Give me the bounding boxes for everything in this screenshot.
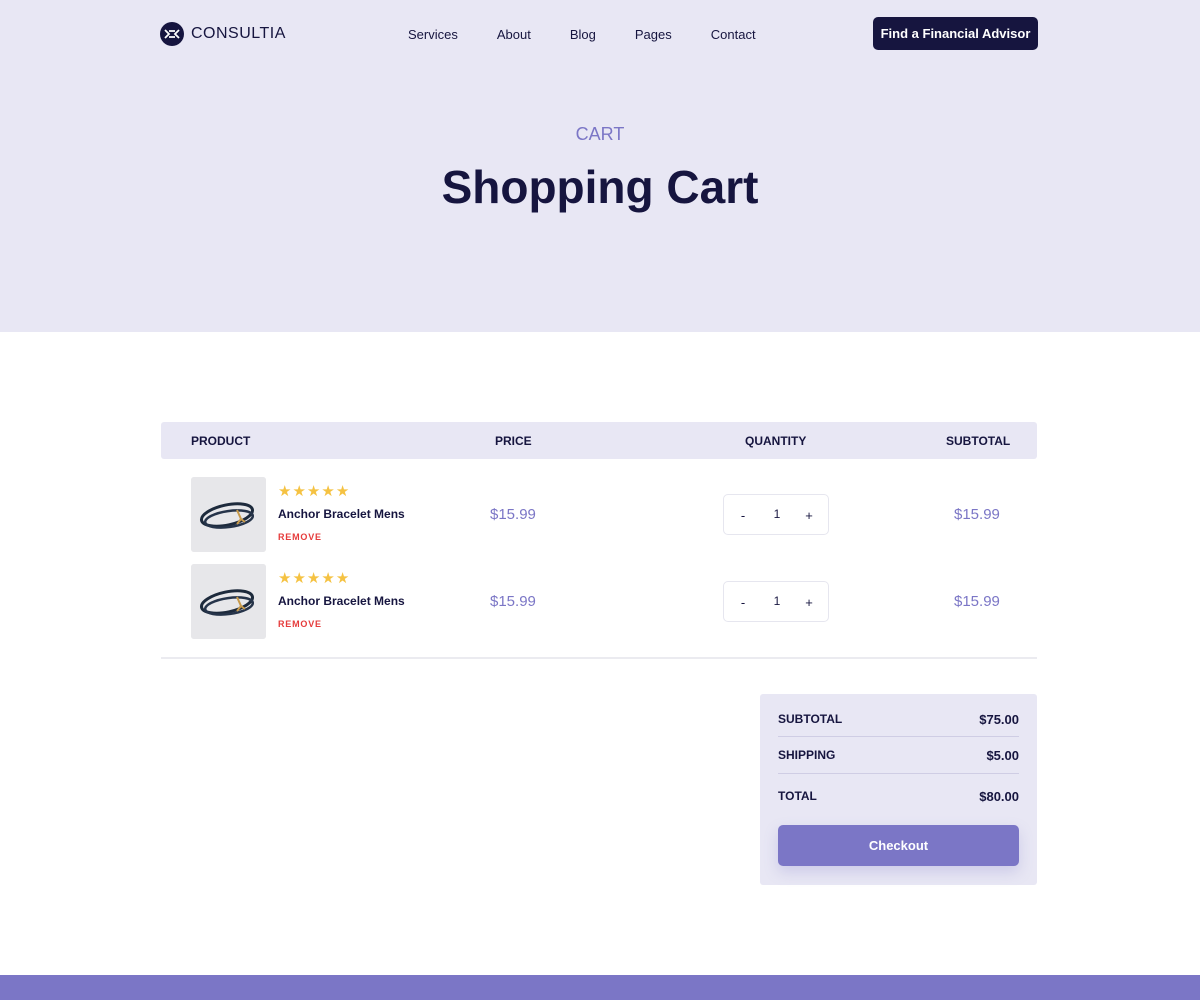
minus-icon[interactable]: -	[735, 593, 751, 611]
total-label: TOTAL	[778, 789, 817, 803]
star-icon: ★	[321, 570, 335, 587]
remove-button[interactable]: REMOVE	[278, 619, 322, 629]
row-subtotal: $15.99	[954, 593, 1000, 610]
total-value: $80.00	[979, 789, 1019, 804]
plus-icon[interactable]: +	[801, 593, 817, 611]
star-icon: ★	[306, 483, 321, 500]
star-icon: ★	[335, 483, 350, 500]
star-icon: ★	[335, 570, 350, 587]
nav-services[interactable]: Services	[408, 27, 458, 42]
star-icon: ★	[306, 570, 321, 587]
page-hero: CONSULTIA Services About Blog Pages Cont…	[0, 0, 1200, 332]
nav-blog[interactable]: Blog	[570, 27, 596, 42]
cart-totals: SUBTOTAL $75.00 SHIPPING $5.00 TOTAL $80…	[760, 694, 1037, 885]
totals-divider	[778, 736, 1019, 737]
star-icon: ★	[292, 483, 306, 500]
plus-icon[interactable]: +	[801, 506, 817, 524]
header-price: PRICE	[495, 434, 532, 448]
product-name[interactable]: Anchor Bracelet Mens	[278, 594, 405, 608]
product-image[interactable]	[191, 477, 266, 552]
star-icon: ★	[292, 570, 306, 587]
star-icon: ★	[278, 483, 292, 500]
product-price: $15.99	[490, 506, 536, 523]
shipping-value: $5.00	[986, 748, 1019, 763]
nav-pages[interactable]: Pages	[635, 27, 672, 42]
totals-divider	[778, 773, 1019, 774]
find-advisor-button[interactable]: Find a Financial Advisor	[873, 17, 1038, 50]
table-divider	[161, 657, 1037, 659]
cart-row: ★ ★ ★ ★ ★ Anchor Bracelet Mens REMOVE $1…	[161, 564, 1037, 640]
quantity-stepper: - 1 +	[723, 581, 829, 622]
top-navigation: CONSULTIA Services About Blog Pages Cont…	[160, 17, 1038, 51]
footer-band	[0, 975, 1200, 1000]
product-rating: ★ ★ ★ ★ ★	[278, 484, 349, 499]
page-title: Shopping Cart	[441, 161, 759, 213]
star-icon: ★	[321, 483, 335, 500]
page-eyebrow: CART	[575, 124, 625, 144]
totals-total: TOTAL $80.00	[778, 789, 1019, 809]
main-menu: Services About Blog Pages Contact	[408, 27, 795, 42]
star-icon: ★	[278, 570, 292, 587]
quantity-stepper: - 1 +	[723, 494, 829, 535]
checkout-button[interactable]: Checkout	[778, 825, 1019, 866]
subtotal-label: SUBTOTAL	[778, 712, 843, 726]
brand-name: CONSULTIA	[191, 25, 286, 42]
product-name[interactable]: Anchor Bracelet Mens	[278, 507, 405, 521]
header-subtotal: SUBTOTAL	[946, 434, 1011, 448]
brand-logo[interactable]: CONSULTIA	[160, 22, 286, 46]
product-price: $15.99	[490, 593, 536, 610]
row-subtotal: $15.99	[954, 506, 1000, 523]
totals-subtotal: SUBTOTAL $75.00	[778, 712, 1019, 732]
nav-about[interactable]: About	[497, 27, 531, 42]
quantity-value[interactable]: 1	[768, 507, 786, 521]
totals-shipping: SHIPPING $5.00	[778, 748, 1019, 768]
remove-button[interactable]: REMOVE	[278, 532, 322, 542]
nav-contact[interactable]: Contact	[711, 27, 756, 42]
shipping-label: SHIPPING	[778, 748, 836, 762]
quantity-value[interactable]: 1	[768, 594, 786, 608]
cart-table-header: PRODUCT PRICE QUANTITY SUBTOTAL	[161, 422, 1037, 459]
header-product: PRODUCT	[191, 434, 251, 448]
cart-row: ★ ★ ★ ★ ★ Anchor Bracelet Mens REMOVE $1…	[161, 477, 1037, 553]
header-quantity: QUANTITY	[745, 434, 807, 448]
minus-icon[interactable]: -	[735, 506, 751, 524]
subtotal-value: $75.00	[979, 712, 1019, 727]
product-image[interactable]	[191, 564, 266, 639]
product-rating: ★ ★ ★ ★ ★	[278, 571, 349, 586]
logo-mark-icon	[160, 22, 184, 46]
